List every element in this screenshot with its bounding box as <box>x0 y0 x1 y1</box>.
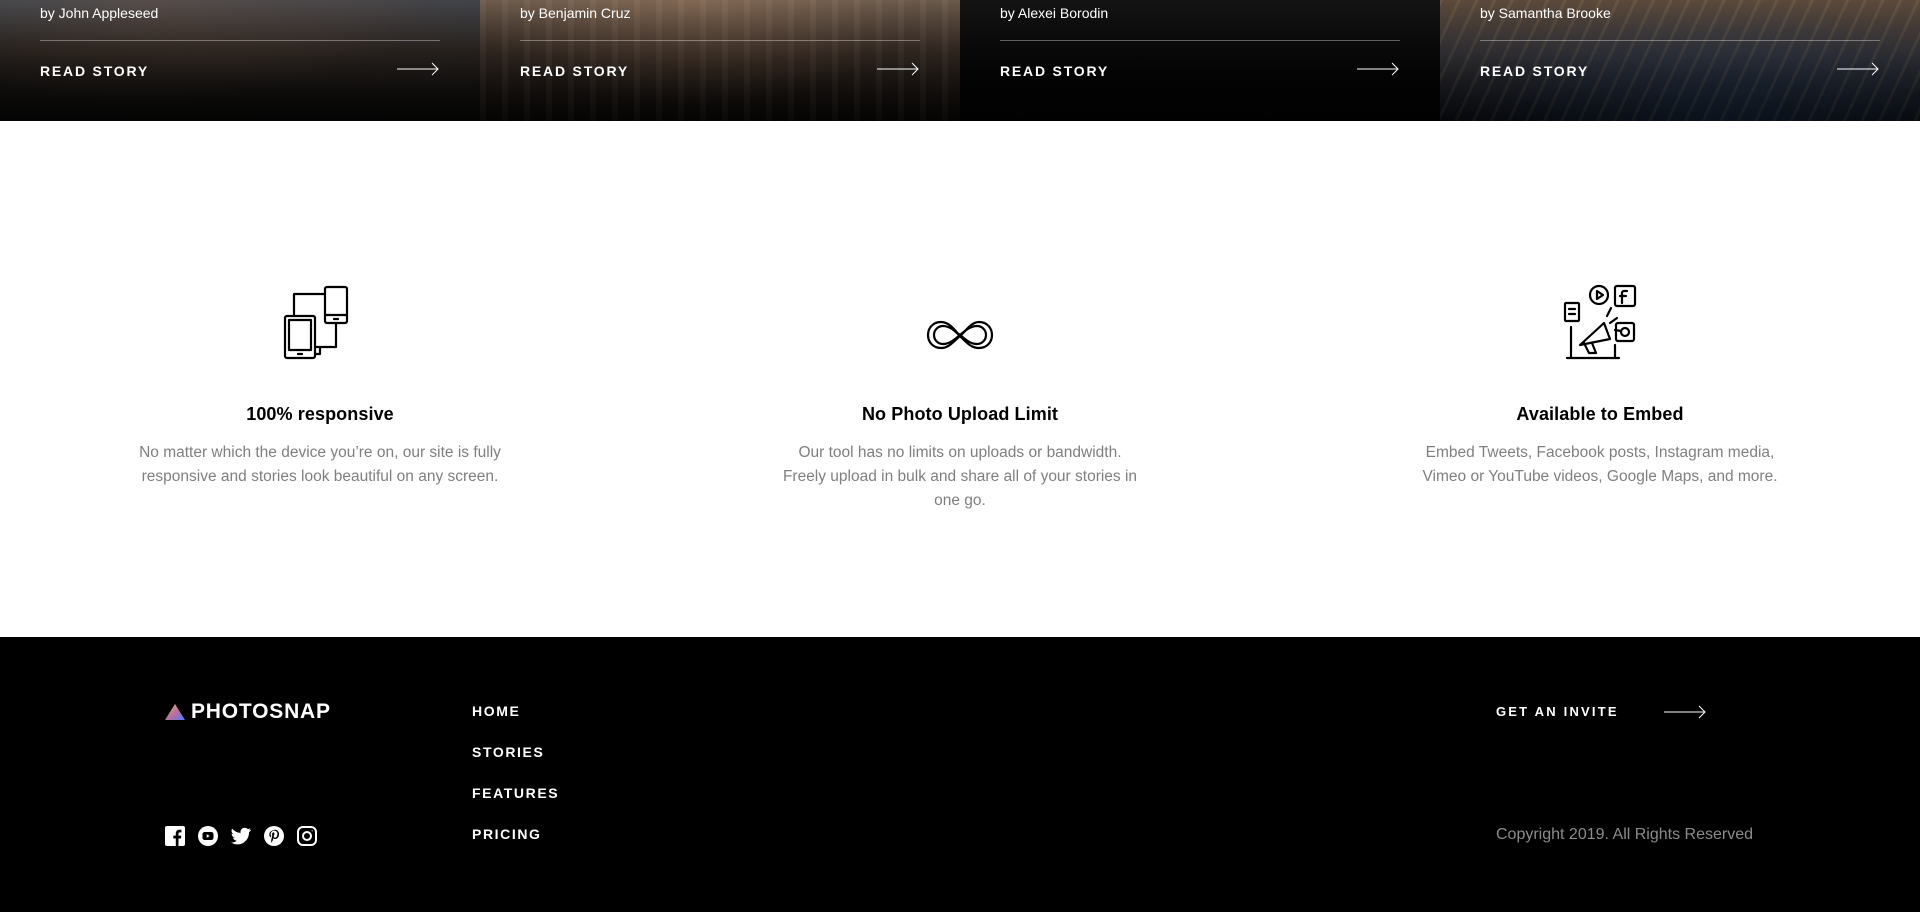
feature-no-upload-limit: No Photo Upload Limit Our tool has no li… <box>770 283 1150 513</box>
footer-nav-features[interactable]: FEATURES <box>472 785 559 826</box>
read-story-link[interactable]: READ STORY <box>520 63 629 79</box>
story-card-alexei-borodin[interactable]: by Alexei Borodin READ STORY <box>960 0 1440 121</box>
youtube-icon[interactable] <box>198 826 218 846</box>
logo-triangle-icon <box>165 704 185 720</box>
feature-description: Our tool has no limits on uploads or ban… <box>782 444 1138 509</box>
photosnap-logo[interactable]: PHOTOSNAP <box>165 700 331 724</box>
footer-nav-pricing[interactable]: PRICING <box>472 826 559 867</box>
social-links <box>165 826 317 846</box>
twitter-icon[interactable] <box>231 826 251 846</box>
feature-responsive: 100% responsive No matter which the devi… <box>130 283 510 489</box>
arrow-right-icon <box>1663 705 1706 718</box>
divider <box>1000 40 1400 41</box>
feature-title: No Photo Upload Limit <box>861 404 1059 424</box>
story-card-benjamin-cruz[interactable]: by Benjamin Cruz READ STORY <box>480 0 960 121</box>
pinterest-icon[interactable] <box>264 826 284 846</box>
feature-description: No matter which the device you’re on, ou… <box>139 444 501 485</box>
copyright-text: Copyright 2019. All Rights Reserved <box>1496 826 1754 843</box>
embed-media-icon <box>1563 284 1637 360</box>
feature-title: 100% responsive <box>246 404 394 424</box>
responsive-devices-icon <box>283 285 349 360</box>
arrow-right-icon[interactable] <box>1837 62 1880 76</box>
arrow-right-icon[interactable] <box>397 62 440 76</box>
story-card-samantha-brooke[interactable]: by Samantha Brooke READ STORY <box>1440 0 1920 121</box>
facebook-icon[interactable] <box>165 826 185 846</box>
story-author: by Alexei Borodin <box>1000 5 1109 21</box>
divider <box>40 40 440 41</box>
feature-title: Available to Embed <box>1516 404 1684 424</box>
features-section: 100% responsive No matter which the devi… <box>0 121 1920 637</box>
story-author: by Samantha Brooke <box>1480 5 1611 21</box>
footer-nav: HOME STORIES FEATURES PRICING <box>472 703 559 867</box>
arrow-right-icon[interactable] <box>877 62 920 76</box>
story-author: by Benjamin Cruz <box>520 5 631 21</box>
footer-nav-stories[interactable]: STORIES <box>472 744 559 785</box>
instagram-icon[interactable] <box>297 826 317 846</box>
stories-strip: by John Appleseed READ STORY by Benjamin… <box>0 0 1920 121</box>
divider <box>520 40 920 41</box>
site-footer: PHOTOSNAP HOME STORIES FEATURES PRICING … <box>0 637 1920 912</box>
story-author: by John Appleseed <box>40 5 159 21</box>
feature-description: Embed Tweets, Facebook posts, Instagram … <box>1422 444 1778 485</box>
read-story-link[interactable]: READ STORY <box>40 63 149 79</box>
invite-label: GET AN INVITE <box>1496 704 1619 719</box>
read-story-link[interactable]: READ STORY <box>1000 63 1109 79</box>
get-an-invite-link[interactable]: GET AN INVITE <box>1496 704 1707 719</box>
divider <box>1480 40 1880 41</box>
logo-text: PHOTOSNAP <box>191 700 331 723</box>
infinity-icon <box>926 320 994 350</box>
story-card-john-appleseed[interactable]: by John Appleseed READ STORY <box>0 0 480 121</box>
footer-nav-home[interactable]: HOME <box>472 703 559 744</box>
read-story-link[interactable]: READ STORY <box>1480 63 1589 79</box>
arrow-right-icon[interactable] <box>1357 62 1400 76</box>
feature-embed: Available to Embed Embed Tweets, Faceboo… <box>1410 283 1790 489</box>
